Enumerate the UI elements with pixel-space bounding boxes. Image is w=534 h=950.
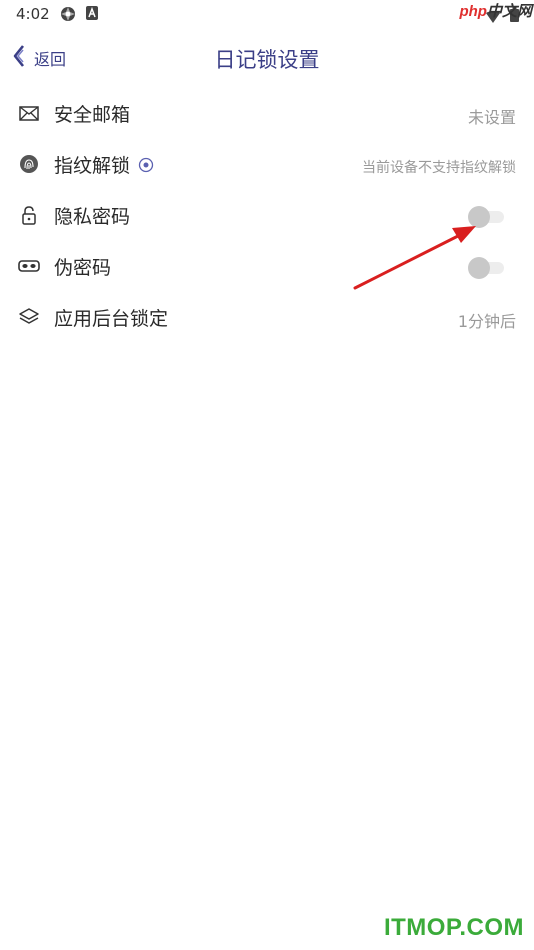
settings-flower-icon	[59, 5, 77, 27]
toggle-thumb	[468, 206, 490, 228]
status-time: 4:02	[16, 5, 50, 23]
setting-label-wrap: 指纹解锁	[54, 151, 154, 178]
setting-fingerprint-unlock[interactable]: 指纹解锁 当前设备不支持指纹解锁	[0, 139, 534, 190]
setting-background-lock[interactable]: 应用后台锁定 1分钟后	[0, 292, 534, 343]
layers-icon	[18, 306, 40, 328]
setting-secure-email[interactable]: 安全邮箱 未设置	[0, 88, 534, 139]
setting-value: 当前设备不支持指纹解锁	[362, 160, 516, 176]
setting-label: 指纹解锁	[54, 155, 131, 177]
page-title: 日记锁设置	[214, 48, 320, 72]
setting-value: 1分钟后	[457, 312, 516, 331]
watermark-top: php中文网	[459, 0, 532, 21]
privacy-password-toggle[interactable]	[468, 206, 506, 228]
nav-bar: 日记锁设置 返回	[0, 36, 534, 80]
mail-icon	[18, 102, 40, 124]
setting-label: 隐私密码	[54, 206, 131, 228]
fake-password-toggle[interactable]	[468, 257, 506, 279]
back-label: 返回	[34, 50, 67, 69]
toggle-thumb	[468, 257, 490, 279]
mask-icon	[18, 255, 40, 277]
app-badge-icon	[85, 5, 99, 25]
settings-list: 安全邮箱 未设置 指纹解锁 当前设备不支持指纹解锁 隐私密码 伪密码 应用后台锁…	[0, 88, 534, 343]
setting-privacy-password[interactable]: 隐私密码	[0, 190, 534, 241]
watermark-bottom: ITMOP.COM	[383, 914, 524, 941]
setting-fake-password[interactable]: 伪密码	[0, 241, 534, 292]
setting-value: 未设置	[467, 108, 516, 127]
back-button[interactable]: 返回	[12, 45, 66, 71]
setting-label: 伪密码	[54, 257, 112, 279]
back-arrow-icon	[12, 44, 26, 72]
status-bar: 4:02 php中文网	[0, 0, 534, 28]
help-circle-icon[interactable]	[138, 157, 154, 173]
lock-icon	[18, 204, 40, 226]
watermark-brand: php	[459, 3, 487, 20]
setting-label: 应用后台锁定	[54, 308, 169, 330]
watermark-text: 中文网	[486, 2, 532, 20]
fingerprint-icon	[18, 153, 40, 175]
setting-label: 安全邮箱	[54, 104, 131, 126]
